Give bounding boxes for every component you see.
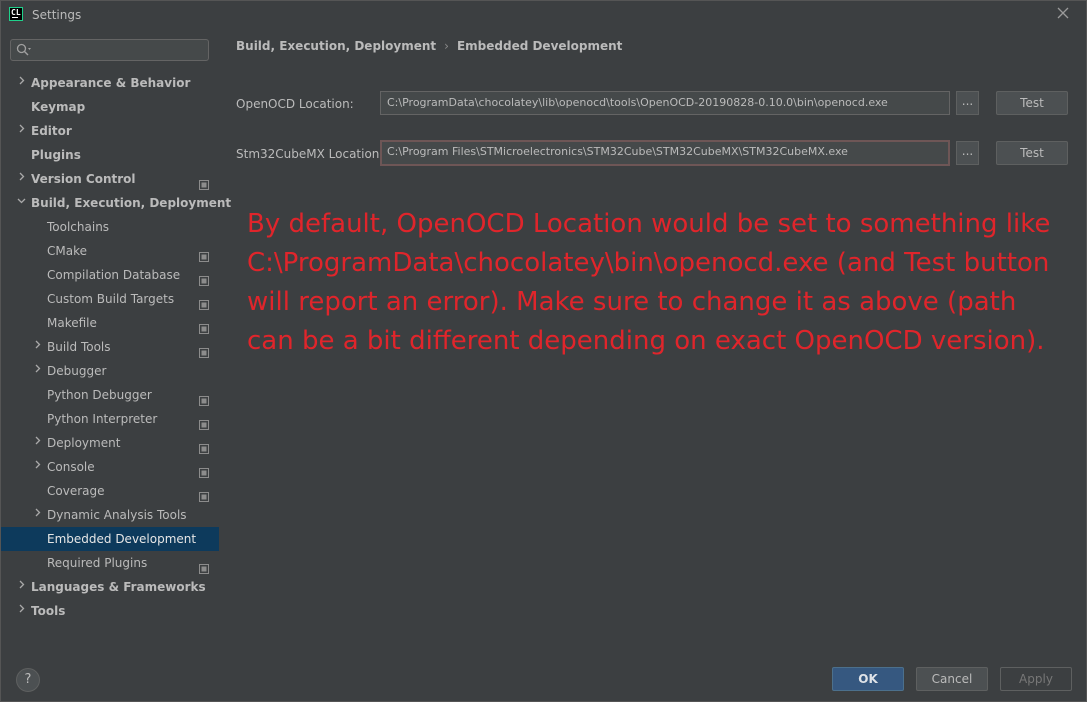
title-bar: CL Settings: [1, 1, 1086, 31]
breadcrumb-parent[interactable]: Build, Execution, Deployment: [236, 39, 436, 53]
tree-item-console[interactable]: Console: [1, 455, 219, 479]
tree-item-label: Compilation Database: [47, 268, 181, 282]
project-settings-icon: [199, 174, 209, 190]
tree-item-compilation-database[interactable]: Compilation Database: [1, 263, 219, 287]
apply-button[interactable]: Apply: [1000, 667, 1072, 691]
settings-sidebar: Appearance & Behavior Keymap Editor Plugins…: [1, 31, 231, 643]
search-input[interactable]: [35, 42, 207, 60]
help-button[interactable]: ?: [16, 668, 40, 692]
project-settings-icon: [199, 414, 209, 430]
tree-item-label: Keymap: [31, 100, 86, 114]
tree-item-label: Editor: [31, 124, 72, 138]
tree-item-label: Toolchains: [47, 220, 110, 234]
project-settings-icon: [199, 270, 209, 286]
tree-item-build-tools[interactable]: Build Tools: [1, 335, 219, 359]
tree-item-appearance-behavior[interactable]: Appearance & Behavior: [1, 71, 219, 95]
openocd-location-label: OpenOCD Location:: [236, 97, 354, 111]
tree-item-label: Custom Build Targets: [47, 292, 175, 306]
settings-dialog: CL Settings Appearance & Behavior Keymap E…: [0, 0, 1087, 702]
tree-item-coverage[interactable]: Coverage: [1, 479, 219, 503]
tree-item-label: Debugger: [47, 364, 107, 378]
tree-item-languages-frameworks[interactable]: Languages & Frameworks: [1, 575, 219, 599]
tree-item-label: Build, Execution, Deployment: [31, 196, 232, 210]
search-icon: [16, 43, 31, 56]
tree-item-required-plugins[interactable]: Required Plugins: [1, 551, 219, 575]
project-settings-icon: [199, 438, 209, 454]
project-settings-icon: [199, 246, 209, 262]
chevron-right-icon[interactable]: [31, 503, 43, 527]
tree-item-label: Python Debugger: [47, 388, 152, 402]
chevron-right-icon[interactable]: [31, 335, 43, 359]
tree-item-tools[interactable]: Tools: [1, 599, 219, 623]
tree-item-label: Makefile: [47, 316, 97, 330]
tree-item-label: Deployment: [47, 436, 121, 450]
tree-item-version-control[interactable]: Version Control: [1, 167, 219, 191]
tree-item-toolchains[interactable]: Toolchains: [1, 215, 219, 239]
project-settings-icon: [199, 342, 209, 358]
tree-item-label: Coverage: [47, 484, 105, 498]
tree-item-dynamic-analysis-tools[interactable]: Dynamic Analysis Tools: [1, 503, 219, 527]
openocd-test-button[interactable]: Test: [996, 91, 1068, 115]
annotation-text: By default, OpenOCD Location would be se…: [247, 209, 1051, 356]
tree-item-python-interpreter[interactable]: Python Interpreter: [1, 407, 219, 431]
openocd-location-field[interactable]: C:\ProgramData\chocolatey\lib\openocd\to…: [380, 91, 950, 115]
tree-item-cmake[interactable]: CMake: [1, 239, 219, 263]
tree-item-label: Dynamic Analysis Tools: [47, 508, 187, 522]
tree-item-keymap[interactable]: Keymap: [1, 95, 219, 119]
tree-item-custom-build-targets[interactable]: Custom Build Targets: [1, 287, 219, 311]
tree-item-label: Appearance & Behavior: [31, 76, 191, 90]
tree-item-label: Python Interpreter: [47, 412, 158, 426]
stm32cubemx-test-button[interactable]: Test: [996, 141, 1068, 165]
settings-content: Build, Execution, Deployment › Embedded De…: [219, 31, 1086, 643]
cancel-button[interactable]: Cancel: [916, 667, 988, 691]
tree-item-label: Plugins: [31, 148, 81, 162]
project-settings-icon: [199, 294, 209, 310]
openocd-browse-button[interactable]: ...: [956, 91, 979, 115]
tree-item-build-execution-deployment[interactable]: Build, Execution, Deployment: [1, 191, 231, 215]
chevron-right-icon[interactable]: [31, 455, 43, 479]
tree-item-label: Build Tools: [47, 340, 111, 354]
tree-item-label: Tools: [31, 604, 66, 618]
tree-item-debugger[interactable]: Debugger: [1, 359, 219, 383]
tree-item-label: Embedded Development: [47, 532, 197, 546]
clion-app-icon: CL: [9, 7, 23, 21]
project-settings-icon: [199, 486, 209, 502]
chevron-right-icon[interactable]: [15, 599, 27, 623]
breadcrumb-separator: ›: [444, 39, 449, 53]
tree-item-label: Required Plugins: [47, 556, 148, 570]
tree-item-makefile[interactable]: Makefile: [1, 311, 219, 335]
app-icon-text: CL: [11, 8, 21, 17]
dialog-footer: ? OK Cancel Apply: [1, 643, 1086, 701]
chevron-right-icon[interactable]: [15, 71, 27, 95]
stm32cubemx-browse-button[interactable]: ...: [956, 141, 979, 165]
tree-item-plugins[interactable]: Plugins: [1, 143, 219, 167]
ok-button[interactable]: OK: [832, 667, 904, 691]
tree-item-editor[interactable]: Editor: [1, 119, 219, 143]
project-settings-icon: [199, 318, 209, 334]
stm32cubemx-location-label: Stm32CubeMX Location:: [236, 147, 384, 161]
tree-item-embedded-development[interactable]: Embedded Development: [1, 527, 219, 551]
chevron-right-icon[interactable]: [31, 431, 43, 455]
chevron-right-icon[interactable]: [15, 575, 27, 599]
tree-item-deployment[interactable]: Deployment: [1, 431, 219, 455]
chevron-right-icon[interactable]: [31, 359, 43, 383]
chevron-right-icon[interactable]: [15, 167, 27, 191]
search-field[interactable]: [10, 39, 209, 61]
project-settings-icon: [199, 390, 209, 406]
chevron-down-icon[interactable]: [15, 191, 27, 215]
tree-item-label: Version Control: [31, 172, 136, 186]
breadcrumb: Build, Execution, Deployment › Embedded De…: [236, 39, 622, 53]
stm32cubemx-location-field[interactable]: C:\Program Files\STMicroelectronics\STM3…: [380, 140, 950, 166]
close-icon[interactable]: [1055, 5, 1071, 23]
tree-item-label: Languages & Frameworks: [31, 580, 206, 594]
project-settings-icon: [199, 462, 209, 478]
tree-item-label: Console: [47, 460, 95, 474]
chevron-right-icon[interactable]: [15, 119, 27, 143]
project-settings-icon: [199, 558, 209, 574]
tree-item-python-debugger[interactable]: Python Debugger: [1, 383, 219, 407]
breadcrumb-current: Embedded Development: [456, 39, 623, 53]
tree-item-label: CMake: [47, 244, 87, 258]
window-title: Settings: [32, 8, 82, 22]
